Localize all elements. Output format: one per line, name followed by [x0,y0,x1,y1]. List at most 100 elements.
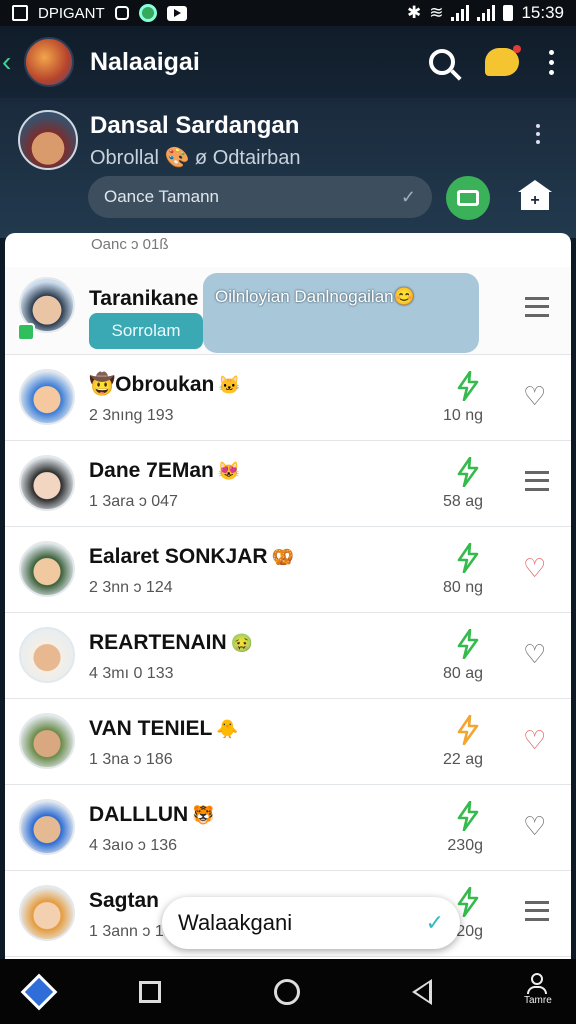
heart-icon[interactable]: ♡ [523,811,546,842]
bolt-icon [455,542,481,580]
app-title: Nalaaigai [90,47,200,76]
list-header: Oanc ɔ 01ß [91,236,169,253]
app-bar: ‹ Nalaaigai [0,26,576,98]
chevron-check-icon: ✓ [425,910,444,935]
contact-name-text: Sagtan [89,889,160,912]
contact-subtitle: 4 3mı 0 133 [89,665,174,682]
bolt-icon [455,800,481,838]
name-emoji: 🐥 [216,719,239,739]
signal-icon-2 [477,5,496,21]
name-emoji: 🥨 [271,547,294,567]
distance-label: 58 ag [442,493,483,510]
contact-name-text: DALLLUN [89,803,189,826]
profile-avatar[interactable] [18,110,78,170]
message-bubble[interactable]: Oilnloyian Danlnogailan😊 [203,273,479,353]
list-item[interactable]: Ealaret SONKJAR 🥨 2 3nn ɔ 124 80 ng ♡ [5,527,571,613]
avatar [19,799,75,855]
bolt-icon [455,628,481,666]
heart-icon[interactable]: ♡ [523,725,546,756]
list-item[interactable]: DALLLUN 🐯 4 3aıo ɔ 136 230g ♡ [5,785,571,871]
avatar [19,369,75,425]
name-emoji: 😻 [217,461,241,481]
avatar [19,885,75,941]
search-icon[interactable] [429,49,455,75]
distance-label: 10 ng [442,407,483,424]
online-badge [17,323,35,341]
list-item[interactable]: REARTENAIN 🤢 4 3mı 0 133 80 ag ♡ [5,613,571,699]
popup-label: Walaakgani [178,910,293,935]
menu-icon[interactable] [525,471,549,491]
list-item[interactable]: 🤠Obroukan 🐱 2 3nıng 193 10 ng ♡ [5,355,571,441]
heart-icon[interactable]: ♡ [523,381,546,412]
contact-name-text: Dane 7EMan [89,459,214,482]
name-emoji: 🤢 [230,633,254,653]
contact-subtitle: 1 3ara ɔ 047 [89,493,178,510]
contact-list-panel: Oanc ɔ 01ß Taranikane Sorrolam Oilnloyia… [5,233,571,959]
status-time: 15:39 [521,3,564,22]
contact-name: Taranikane [89,287,199,310]
avatar [19,541,75,597]
filter-label: Oance Tamann [104,187,219,206]
distance-label: 80 ag [442,665,483,682]
nav-bar: Tamre [0,959,576,1024]
contact-name: DALLLUN 🐯 [89,803,215,827]
list-item[interactable]: Dane 7EMan 😻 1 3ara ɔ 047 58 ag [5,441,571,527]
contact-subtitle: 2 3nıng 193 [89,407,174,424]
popup-chip[interactable]: Walaakgani ✓ [162,897,460,949]
profile-more-icon[interactable] [536,124,540,148]
home-diamond-icon[interactable] [20,973,58,1011]
menu-icon[interactable] [525,297,549,317]
contact-subtitle: 4 3aıo ɔ 136 [89,837,178,854]
name-emoji-pre: 🤠 [89,373,116,396]
bluetooth-icon: ✱ [406,3,422,22]
check-icon: ✓ [400,186,416,207]
menu-icon[interactable] [525,901,549,921]
more-icon[interactable] [549,49,554,75]
signal-icon [451,5,470,21]
contact-name: 🤠Obroukan 🐱 [89,373,241,397]
contact-name: Dane 7EMan 😻 [89,459,240,483]
list-item[interactable]: VAN TENIEL 🐥 1 3na ɔ 186 22 ag ♡ [5,699,571,785]
name-emoji: 🐱 [218,375,241,395]
contact-name-text: Obroukan [115,373,215,396]
house-plus-icon[interactable]: + [518,180,552,214]
contact-name: Sagtan [89,889,163,913]
status-app-label: DPIGANT [38,4,105,22]
contact-name: REARTENAIN 🤢 [89,631,253,655]
list-item-first[interactable]: Taranikane Sorrolam Oilnloyian Danlnogai… [5,267,571,355]
contact-name-text: REARTENAIN [89,631,227,654]
name-emoji: 🐯 [192,805,215,825]
bolt-icon [455,370,481,408]
status-tag[interactable]: Sorrolam [89,313,203,349]
notification-icon [114,6,129,20]
bolt-icon [455,456,481,494]
profile-nav-label: Tamre [524,995,552,1006]
status-bar: DPIGANT ✱ ≋ 15:39 [0,0,576,26]
avatar [19,713,75,769]
profile-nav-button[interactable]: Tamre [524,973,552,1006]
circle-nav-icon[interactable] [274,979,300,1005]
back-nav-icon[interactable] [412,979,432,1005]
contact-subtitle: 1 3na ɔ 186 [89,751,173,768]
profile-header: Dansal Sardangan Obrollal 🎨 ø Odtairban … [0,98,576,238]
profile-subtitle: Obrollal 🎨 ø Odtairban [90,147,301,169]
heart-icon[interactable]: ♡ [523,553,546,584]
avatar [19,627,75,683]
group-avatar[interactable] [24,37,74,87]
green-action-icon [457,190,479,206]
youtube-icon [166,5,187,21]
square-nav-icon[interactable] [139,981,161,1003]
contact-name-text: VAN TENIEL [89,717,213,740]
person-icon [531,973,543,985]
bolt-icon [455,714,481,752]
filter-dropdown[interactable]: Oance Tamann ✓ [88,176,432,218]
contact-name: Ealaret SONKJAR 🥨 [89,545,294,569]
contact-name-text: Ealaret SONKJAR [89,545,268,568]
profile-name: Dansal Sardangan [90,112,300,139]
back-arrow-icon[interactable]: ‹ [2,46,24,78]
chat-icon[interactable] [485,45,521,76]
contact-subtitle: 2 3nn ɔ 124 [89,579,173,596]
green-action-button[interactable] [446,176,490,220]
contact-name: VAN TENIEL 🐥 [89,717,239,741]
heart-icon[interactable]: ♡ [523,639,546,670]
